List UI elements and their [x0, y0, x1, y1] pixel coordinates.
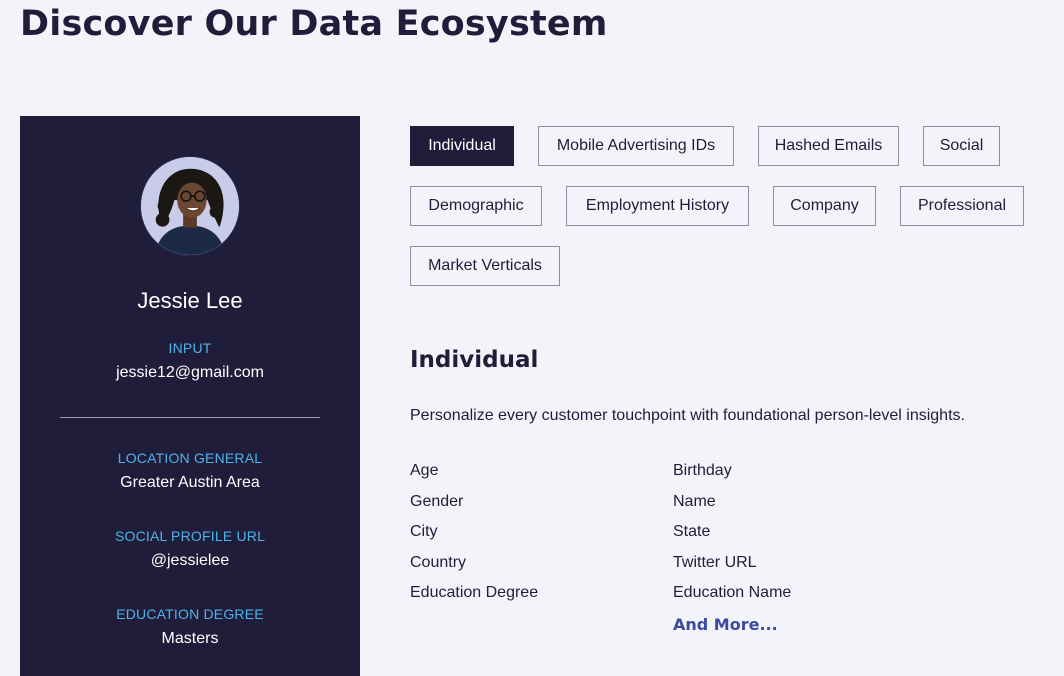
card-divider [60, 417, 320, 418]
location-label: LOCATION GENERAL [117, 450, 263, 466]
attribute-item: Education Name [673, 584, 792, 601]
person-photo-icon [141, 157, 239, 255]
tab-social[interactable]: Social [923, 126, 1000, 166]
attribute-item: Gender [410, 493, 464, 510]
tab-employment-history[interactable]: Employment History [566, 186, 749, 226]
education-degree-label: EDUCATION DEGREE [116, 606, 264, 622]
input-label: INPUT [168, 340, 212, 356]
attribute-item: Age [410, 462, 439, 479]
avatar [140, 156, 240, 256]
attribute-item: Name [673, 493, 716, 510]
profile-card: Jessie Lee INPUT jessie12@gmail.com LOCA… [20, 116, 360, 676]
location-value: Greater Austin Area [120, 474, 260, 491]
social-profile-value: @jessielee [150, 552, 230, 569]
tab-market-verticals[interactable]: Market Verticals [410, 246, 560, 286]
attribute-item: State [673, 523, 711, 540]
tab-professional[interactable]: Professional [900, 186, 1024, 226]
section-description: Personalize every customer touchpoint wi… [410, 407, 965, 424]
attribute-item: Country [410, 554, 467, 571]
social-profile-label: SOCIAL PROFILE URL [114, 528, 266, 544]
and-more-link[interactable]: And More... [673, 615, 778, 634]
tab-individual[interactable]: Individual [410, 126, 514, 166]
section-title: Individual [410, 347, 539, 373]
profile-name: Jessie Lee [137, 288, 243, 313]
attribute-item: Birthday [673, 462, 732, 479]
attribute-item: Twitter URL [673, 554, 757, 571]
attribute-item: Education Degree [410, 584, 539, 601]
tab-mobile-advertising-ids[interactable]: Mobile Advertising IDs [538, 126, 734, 166]
education-degree-value: Masters [161, 630, 219, 647]
tab-demographic[interactable]: Demographic [410, 186, 542, 226]
attribute-item: City [410, 523, 438, 540]
tab-hashed-emails[interactable]: Hashed Emails [758, 126, 899, 166]
input-value: jessie12@gmail.com [116, 364, 264, 381]
tab-company[interactable]: Company [773, 186, 876, 226]
page-title: Discover Our Data Ecosystem [20, 4, 608, 44]
